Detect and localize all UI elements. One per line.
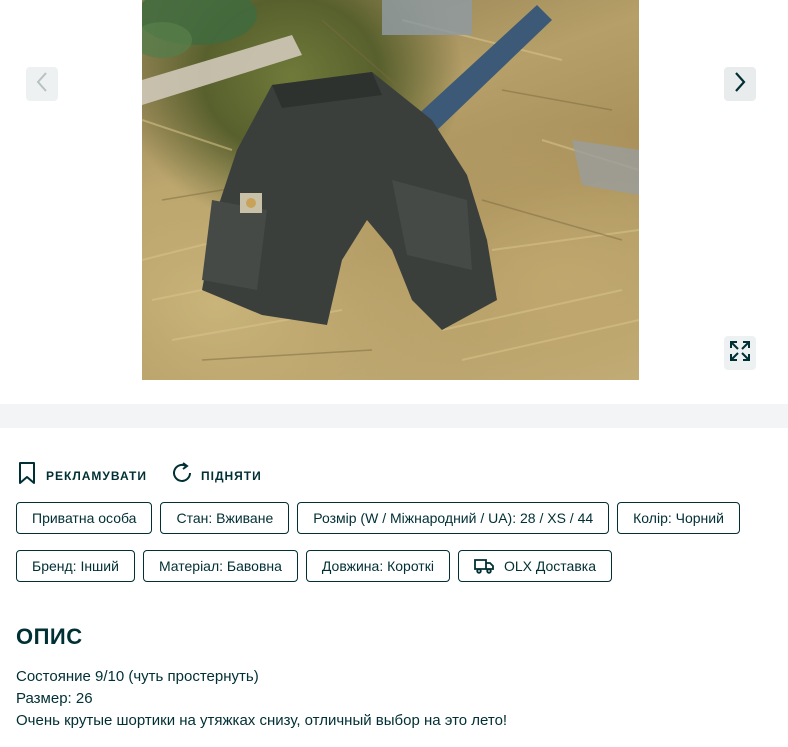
listing-actions: РЕКЛАМУВАТИ ПІДНЯТИ: [16, 461, 286, 490]
section-divider: [0, 404, 788, 428]
tag-length: Довжина: Короткі: [305, 550, 450, 582]
chevron-left-icon: [35, 71, 49, 98]
listing-photo-art: [142, 0, 639, 361]
tag-seller-type: Приватна особа: [16, 502, 153, 534]
fullscreen-button[interactable]: [724, 336, 756, 370]
description-line: Размер: 26: [16, 690, 93, 707]
description-line: Очень крутые шортики на утяжках снизу, о…: [16, 712, 508, 729]
tag-material: Матеріал: Бавовна: [142, 550, 298, 582]
promote-label: РЕКЛАМУВАТИ: [46, 468, 147, 483]
tag-brand: Бренд: Інший: [16, 550, 135, 582]
gallery-prev-button[interactable]: [26, 67, 58, 101]
listing-photo[interactable]: [142, 0, 639, 380]
bump-button[interactable]: ПІДНЯТИ: [171, 461, 262, 490]
description-line: Состояние 9/10 (чуть простернуть): [16, 668, 259, 685]
tag-condition: Стан: Вживане: [160, 502, 290, 534]
description-body: Состояние 9/10 (чуть простернуть) Размер…: [16, 666, 507, 732]
photo-gallery: [0, 0, 788, 380]
tag-delivery: OLX Доставка: [457, 550, 612, 582]
chevron-right-icon: [733, 71, 747, 98]
bump-label: ПІДНЯТИ: [200, 468, 262, 483]
description-title: ОПИС: [16, 624, 83, 649]
tag-row: Приватна особа Стан: Вживане Розмір (W /…: [16, 502, 776, 534]
bookmark-icon: [16, 461, 38, 490]
expand-icon: [728, 339, 752, 368]
truck-icon: [474, 558, 494, 574]
parameter-tags: Приватна особа Стан: Вживане Розмір (W /…: [16, 502, 776, 598]
delivery-label: OLX Доставка: [503, 558, 596, 574]
tag-size: Розмір (W / Міжнародний / UA): 28 / XS /…: [297, 502, 610, 534]
promote-button[interactable]: РЕКЛАМУВАТИ: [16, 461, 147, 490]
tag-row: Бренд: Інший Матеріал: Бавовна Довжина: …: [16, 550, 776, 582]
gallery-next-button[interactable]: [724, 67, 756, 101]
refresh-icon: [171, 461, 193, 490]
tag-color: Колір: Чорний: [617, 502, 740, 534]
